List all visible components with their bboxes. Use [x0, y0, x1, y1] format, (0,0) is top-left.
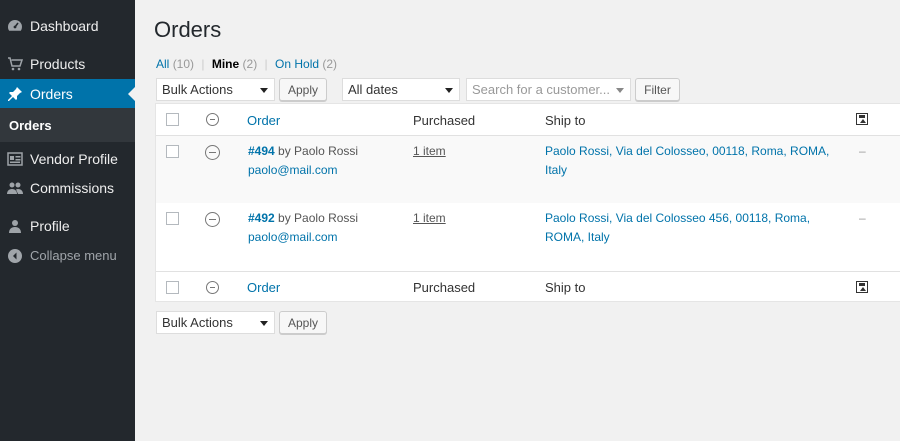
dashboard-icon — [7, 18, 23, 34]
table-row: #492 by Paolo Rossi paolo@mail.com 1 ite… — [156, 203, 900, 271]
sidebar-item-label: Orders — [30, 85, 73, 102]
profile-card-icon — [7, 151, 23, 167]
admin-sidebar: Dashboard Products Orders Orders Vendor … — [0, 0, 135, 441]
main-content: Orders All (10) | Mine (2) | On Hold (2)… — [135, 0, 900, 441]
order-customer: by Paolo Rossi — [278, 211, 359, 225]
ship-to-column-header: Ship to — [545, 280, 586, 295]
purchased-items-link[interactable]: 1 item — [413, 142, 446, 161]
pin-icon — [7, 86, 23, 102]
submenu-label: Orders — [9, 117, 52, 133]
cart-icon — [7, 56, 23, 72]
sidebar-item-commissions[interactable]: Commissions — [0, 173, 135, 202]
submenu-item-orders[interactable]: Orders — [0, 108, 135, 142]
sidebar-item-vendor-profile[interactable]: Vendor Profile — [0, 144, 135, 173]
sidebar-item-label: Products — [30, 55, 86, 72]
sidebar-item-products[interactable]: Products — [0, 49, 135, 78]
sidebar-item-profile[interactable]: Profile — [0, 211, 135, 240]
select-all-checkbox[interactable] — [166, 113, 179, 126]
apply-button[interactable]: Apply — [279, 78, 327, 101]
ship-to-cell: Paolo Rossi, Via del Colosseo 456, 00118… — [545, 209, 810, 247]
ship-to-cell: Paolo Rossi, Via del Colosseo, 00118, Ro… — [545, 142, 829, 180]
bulk-actions-select-bottom[interactable]: Bulk Actions — [156, 311, 275, 334]
sidebar-item-orders[interactable]: Orders — [0, 79, 135, 108]
filter-on-hold-link[interactable]: On Hold — [275, 57, 319, 71]
filter-all-count: (10) — [172, 57, 195, 71]
customer-email-link[interactable]: paolo@mail.com — [248, 230, 338, 244]
collapse-menu-label: Collapse menu — [30, 248, 117, 263]
user-icon — [7, 218, 23, 234]
order-status-icon — [205, 145, 220, 160]
sidebar-item-label: Dashboard — [30, 17, 99, 34]
order-number-link[interactable]: #494 — [248, 144, 275, 158]
chevron-down-icon — [445, 88, 453, 93]
filter-on-hold-count: (2) — [322, 57, 338, 71]
status-column-icon — [206, 113, 219, 126]
ship-to-address-link[interactable]: Paolo Rossi, Via del Colosseo, 00118, Ro… — [545, 144, 829, 177]
customer-search-select[interactable]: Search for a customer... — [466, 78, 631, 101]
order-column-header[interactable]: Order — [247, 280, 280, 295]
bulk-actions-value: Bulk Actions — [162, 315, 233, 330]
chevron-down-icon — [260, 321, 268, 326]
purchased-items-link[interactable]: 1 item — [413, 209, 446, 228]
actions-column-icon — [856, 113, 868, 125]
page-title: Orders — [154, 17, 222, 42]
actions-column-icon — [856, 281, 868, 293]
apply-button-bottom[interactable]: Apply — [279, 311, 327, 334]
filter-mine-count: (2) — [242, 57, 258, 71]
row-extra-value: – — [859, 211, 866, 225]
row-extra-value: – — [859, 144, 866, 158]
table-header: Order Purchased Ship to — [156, 104, 900, 136]
row-checkbox[interactable] — [166, 212, 179, 225]
purchased-column-header: Purchased — [413, 280, 476, 295]
ship-to-address-link[interactable]: Paolo Rossi, Via del Colosseo 456, 00118… — [545, 211, 810, 244]
order-column-header[interactable]: Order — [247, 113, 280, 128]
status-column-icon — [206, 281, 219, 294]
order-cell: #494 by Paolo Rossi paolo@mail.com — [248, 142, 358, 180]
sidebar-item-label: Vendor Profile — [30, 150, 118, 167]
collapse-menu-button[interactable]: Collapse menu — [0, 241, 135, 270]
chevron-down-icon — [260, 88, 268, 93]
filter-separator: | — [264, 57, 268, 71]
bulk-actions-select[interactable]: Bulk Actions — [156, 78, 275, 101]
customer-search-placeholder: Search for a customer... — [472, 82, 611, 97]
dates-select[interactable]: All dates — [342, 78, 460, 101]
order-customer: by Paolo Rossi — [278, 144, 359, 158]
dates-value: All dates — [348, 82, 398, 97]
bulk-actions-value: Bulk Actions — [162, 82, 233, 97]
order-number-link[interactable]: #492 — [248, 211, 275, 225]
order-cell: #492 by Paolo Rossi paolo@mail.com — [248, 209, 358, 247]
sidebar-item-dashboard[interactable]: Dashboard — [0, 11, 135, 40]
sidebar-item-label: Profile — [30, 217, 70, 234]
status-filter-links: All (10) | Mine (2) | On Hold (2) — [156, 57, 337, 71]
collapse-arrow-icon — [7, 248, 23, 264]
order-status-icon — [205, 212, 220, 227]
sidebar-item-label: Commissions — [30, 179, 115, 196]
filter-mine-link[interactable]: Mine — [212, 57, 239, 71]
row-checkbox[interactable] — [166, 145, 179, 158]
table-footer: Order Purchased Ship to — [156, 271, 900, 302]
ship-to-column-header: Ship to — [545, 113, 586, 128]
select-all-checkbox[interactable] — [166, 281, 179, 294]
filter-separator: | — [201, 57, 205, 71]
customer-email-link[interactable]: paolo@mail.com — [248, 163, 338, 177]
orders-table: Order Purchased Ship to #494 by Paolo Ro… — [155, 103, 900, 302]
users-icon — [7, 180, 23, 196]
table-row: #494 by Paolo Rossi paolo@mail.com 1 ite… — [156, 136, 900, 203]
chevron-down-icon — [616, 88, 624, 93]
filter-all-link[interactable]: All — [156, 57, 169, 71]
purchased-column-header: Purchased — [413, 113, 476, 128]
filter-button[interactable]: Filter — [635, 78, 680, 101]
